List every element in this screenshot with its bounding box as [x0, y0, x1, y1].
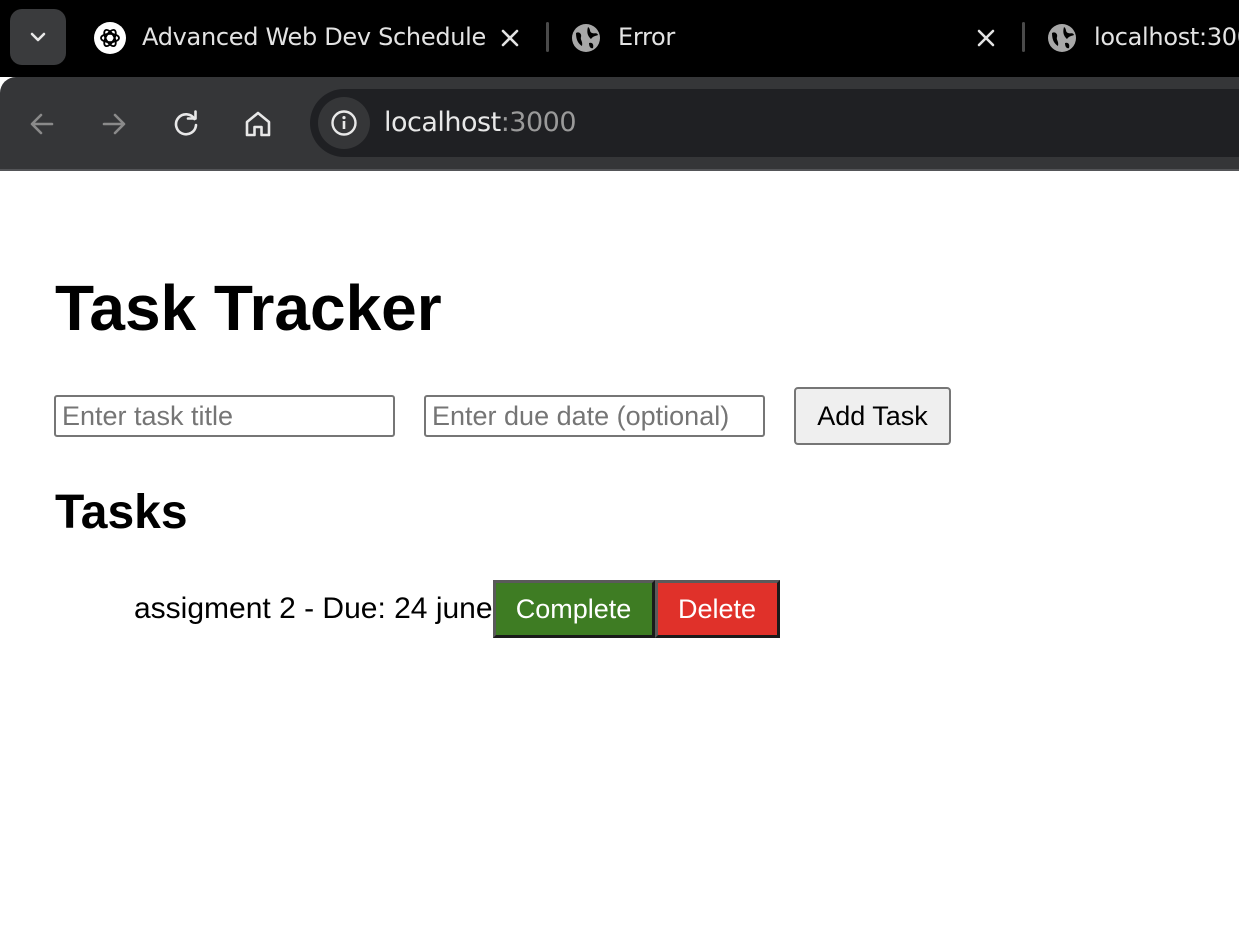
close-icon[interactable]	[496, 24, 524, 52]
address-bar[interactable]: localhost:3000	[310, 89, 1239, 157]
page-content: Task Tracker Add Task Tasks assigment 2 …	[0, 171, 1239, 946]
arrow-right-icon	[102, 113, 126, 135]
tab-title: Advanced Web Dev Schedule	[142, 23, 486, 51]
tab-search-button[interactable]	[10, 9, 66, 65]
browser-toolbar: localhost:3000	[0, 77, 1239, 169]
add-task-button[interactable]: Add Task	[794, 387, 951, 445]
tab-strip: Advanced Web Dev Schedule Error localhos…	[0, 0, 1239, 77]
due-date-input[interactable]	[424, 395, 765, 437]
forward-button[interactable]	[94, 104, 134, 144]
tab-separator	[546, 22, 549, 52]
reload-icon	[174, 110, 198, 136]
url-port: :3000	[500, 107, 577, 138]
home-icon	[245, 111, 271, 137]
info-icon	[331, 110, 357, 136]
chatgpt-icon	[94, 22, 126, 54]
chevron-down-icon	[30, 32, 46, 42]
task-title-input[interactable]	[54, 395, 395, 437]
page-title: Task Tracker	[55, 272, 442, 344]
tasks-heading: Tasks	[55, 486, 188, 539]
reload-button[interactable]	[166, 104, 206, 144]
tab-error[interactable]: Error	[570, 0, 1010, 77]
back-button[interactable]	[22, 104, 62, 144]
url-text[interactable]: localhost:3000	[384, 107, 577, 138]
tab-title: localhost:3000	[1094, 23, 1239, 51]
arrow-left-icon	[30, 113, 54, 135]
site-info-button[interactable]	[318, 97, 370, 149]
tab-localhost[interactable]: localhost:3000	[1046, 0, 1239, 77]
tab-separator	[1022, 22, 1025, 52]
complete-button[interactable]: Complete	[492, 580, 655, 638]
task-text: assigment 2 - Due: 24 june	[134, 592, 493, 625]
list-item: assigment 2 - Due: 24 june Complete Dele…	[134, 580, 780, 638]
globe-icon	[1046, 22, 1078, 54]
delete-button[interactable]: Delete	[654, 580, 780, 638]
home-button[interactable]	[238, 104, 278, 144]
url-host: localhost	[384, 107, 501, 138]
tab-advanced-web-dev[interactable]: Advanced Web Dev Schedule	[94, 0, 534, 77]
close-icon[interactable]	[972, 24, 1000, 52]
tab-title: Error	[618, 23, 676, 51]
globe-icon	[570, 22, 602, 54]
